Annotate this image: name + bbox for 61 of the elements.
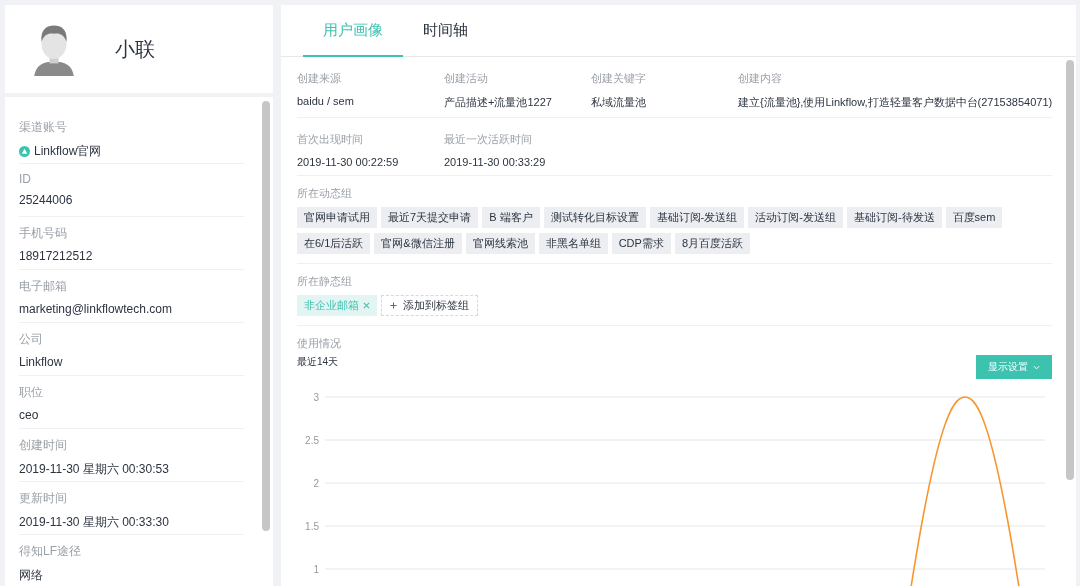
field-value: 产品描述+流量池1227 bbox=[444, 95, 553, 110]
plus-icon bbox=[390, 302, 397, 309]
field-label: 最近一次活跃时间 bbox=[444, 132, 533, 147]
field-value: 2019-11-30 00:33:29 bbox=[444, 156, 547, 168]
field-label: 首次出现时间 bbox=[297, 132, 364, 147]
period-label: 最近14天 bbox=[297, 355, 339, 369]
group-tag: 基础订阅-发送组 bbox=[649, 207, 745, 228]
tag-label: 非企业邮箱 bbox=[304, 298, 359, 313]
group-tag: 测试转化目标设置 bbox=[543, 207, 646, 228]
section-label: 所在动态组 bbox=[297, 186, 353, 201]
group-tag: 活动订阅-发送组 bbox=[748, 207, 843, 228]
field-label: 手机号码 bbox=[19, 225, 67, 242]
field-label: 电子邮箱 bbox=[19, 278, 67, 295]
field-value: Linkflow官网 bbox=[34, 143, 102, 160]
field-label: 更新时间 bbox=[19, 490, 67, 507]
field-value: 2019-11-30 星期六 00:33:30 bbox=[19, 514, 169, 531]
axis-tick-label: 3 bbox=[313, 391, 319, 403]
axis-tick-label: 1.5 bbox=[305, 520, 319, 532]
field-value: 私域流量池 bbox=[591, 95, 647, 110]
group-tag: B 端客户 bbox=[482, 207, 540, 228]
group-tag: 官网线索池 bbox=[465, 233, 535, 254]
user-name: 小联 bbox=[115, 36, 155, 62]
group-tag: 8月百度活跃 bbox=[674, 233, 750, 254]
group-tag: 百度sem bbox=[945, 207, 1003, 228]
field-value: baidu / sem bbox=[297, 95, 355, 107]
group-tag: 官网申请试用 bbox=[297, 207, 377, 228]
section-label: 使用情况 bbox=[297, 336, 342, 351]
group-tag: 基础订阅-待发送 bbox=[846, 207, 942, 228]
field-value: ceo bbox=[19, 408, 39, 422]
add-to-group-button[interactable]: 添加到标签组 bbox=[381, 295, 478, 316]
field-value: 18917212512 bbox=[19, 249, 93, 263]
field-value: 建立{流量池},使用Linkflow,打造轻量客户数据中台(27153854071) bbox=[738, 95, 1053, 110]
group-tag: 最近7天提交申请 bbox=[381, 207, 479, 228]
field-label: 公司 bbox=[19, 331, 43, 348]
field-label: 创建关键字 bbox=[591, 71, 647, 86]
field-value: 网络 bbox=[19, 567, 43, 584]
close-icon[interactable] bbox=[363, 302, 370, 309]
caret-icon bbox=[1033, 364, 1041, 370]
group-tag: 在6/1后活跃 bbox=[297, 233, 371, 254]
field-value: marketing@linkflowtech.com bbox=[19, 302, 172, 316]
field-label: 创建时间 bbox=[19, 437, 67, 454]
channel-icon bbox=[19, 146, 30, 157]
field-label: 创建来源 bbox=[297, 71, 342, 86]
field-label: 创建活动 bbox=[444, 71, 489, 86]
tab[interactable]: 时间轴 bbox=[403, 5, 488, 57]
group-tag: 非黑名单组 bbox=[538, 233, 608, 254]
group-tag: 官网&微信注册 bbox=[374, 233, 462, 254]
axis-tick-label: 2 bbox=[313, 477, 319, 489]
field-label: 渠道账号 bbox=[19, 119, 67, 136]
section-label: 所在静态组 bbox=[297, 274, 353, 289]
axis-tick-label: 1 bbox=[313, 563, 319, 575]
field-value: 2019-11-30 00:22:59 bbox=[297, 156, 400, 168]
field-label: 得知LF途径 bbox=[19, 543, 81, 560]
group-tag: CDP需求 bbox=[611, 233, 671, 254]
field-value: Linkflow bbox=[19, 355, 63, 369]
field-label: 创建内容 bbox=[738, 71, 783, 86]
field-value: 25244006 bbox=[19, 193, 73, 207]
field-label: ID bbox=[19, 172, 31, 186]
field-label: 职位 bbox=[19, 384, 43, 401]
axis-tick-label: 2.5 bbox=[305, 434, 319, 446]
field-value: 2019-11-30 星期六 00:30:53 bbox=[19, 461, 169, 478]
